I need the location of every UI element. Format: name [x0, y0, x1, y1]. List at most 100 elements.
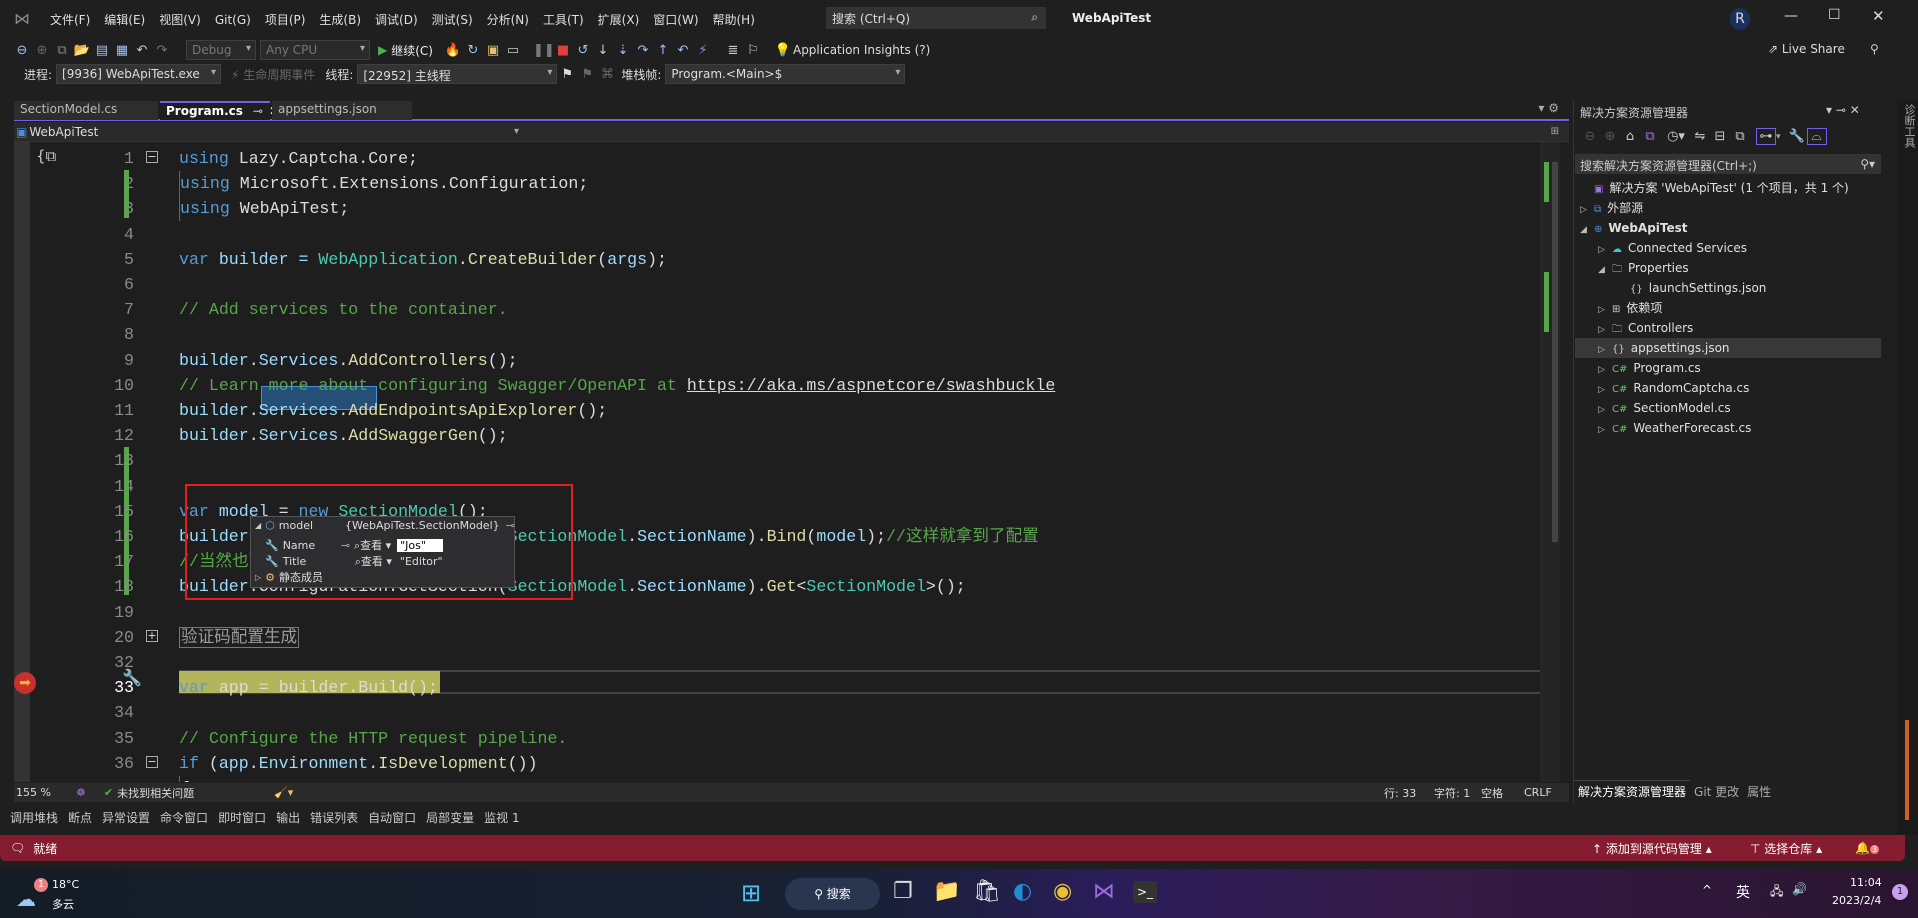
- spaces-indicator[interactable]: 空格: [1481, 785, 1503, 801]
- diagnostics-tools-tab[interactable]: 诊断工具: [1901, 104, 1917, 148]
- tab-sectionmodel[interactable]: SectionModel.cs: [14, 100, 158, 120]
- menu-item[interactable]: 窗口(W): [653, 11, 698, 28]
- se-scrollbar[interactable]: [1879, 180, 1889, 780]
- lifecycle-events-button[interactable]: ⚡ 生命周期事件: [231, 66, 315, 83]
- tab-list-icon[interactable]: ▾ ⚙: [1538, 101, 1559, 115]
- start-button[interactable]: ⊞: [741, 879, 761, 907]
- temperature[interactable]: 18°C: [52, 878, 79, 891]
- pin-icon[interactable]: ⊸: [506, 519, 515, 532]
- tree-item[interactable]: ▷ ⊞ 依赖项: [1598, 298, 1662, 318]
- restart-icon[interactable]: ↻: [463, 43, 483, 58]
- step-into-icon[interactable]: ⇣: [613, 43, 633, 58]
- undo-icon[interactable]: ↶: [132, 43, 152, 58]
- datatip-row-static[interactable]: ▷ ⚙ 静态成员: [255, 569, 323, 585]
- expand-arrow-icon[interactable]: ▷: [1598, 420, 1612, 440]
- tab-appsettings[interactable]: appsettings.json: [272, 100, 412, 120]
- tree-view-icon[interactable]: ⊶: [1756, 128, 1776, 145]
- tree-item[interactable]: ▷ C# SectionModel.cs: [1598, 398, 1731, 418]
- menu-item[interactable]: 视图(V): [159, 11, 201, 28]
- show-all-files-icon[interactable]: ⧉: [1730, 129, 1750, 144]
- expand-arrow-icon[interactable]: ▷: [1598, 380, 1612, 400]
- panel-options-icon[interactable]: ▾ ⊸ ✕: [1826, 103, 1860, 117]
- code-line[interactable]: 10 // Learn more about configuring Swagge…: [14, 373, 1544, 398]
- expand-arrow-icon[interactable]: ▷: [1598, 300, 1612, 320]
- process-dropdown[interactable]: [9936] WebApiTest.exe: [56, 64, 222, 84]
- property-value-input[interactable]: "Jos": [397, 538, 444, 552]
- tree-item[interactable]: ▷ 🗀 Controllers: [1598, 318, 1693, 338]
- home-icon[interactable]: ⌂: [1620, 129, 1640, 144]
- tab-program[interactable]: Program.cs⊸✕: [160, 100, 279, 120]
- open-icon[interactable]: 📂: [72, 43, 92, 58]
- collapse-icon[interactable]: ◢: [255, 521, 261, 530]
- continue-button[interactable]: 继续(C): [391, 42, 433, 59]
- chevron-down-icon[interactable]: ▾: [514, 126, 519, 137]
- menu-item[interactable]: 调试(D): [375, 11, 418, 28]
- code-line[interactable]: 8: [14, 322, 1544, 347]
- code-line[interactable]: 35 // Configure the HTTP request pipeline…: [14, 726, 1544, 751]
- code-line[interactable]: 19: [14, 600, 1544, 625]
- code-line[interactable]: 2 using Microsoft.Extensions.Configuratio…: [14, 171, 1544, 197]
- file-explorer-icon[interactable]: 📁: [933, 879, 960, 904]
- code-line[interactable]: 7 // Add services to the container.: [14, 297, 1544, 322]
- notifications-button[interactable]: 🔔 3: [1855, 841, 1880, 855]
- ime-indicator[interactable]: 英: [1736, 882, 1750, 902]
- tab-git-changes[interactable]: Git 更改: [1690, 781, 1743, 802]
- back-icon[interactable]: ⊖: [1580, 129, 1600, 144]
- maximize-button[interactable]: ☐: [1828, 7, 1841, 23]
- cleanup-icon[interactable]: 🧹▾: [274, 786, 293, 799]
- expand-region-icon[interactable]: +: [146, 629, 158, 642]
- hot-reload-icon[interactable]: 🔥: [443, 43, 463, 58]
- stack-frame-dropdown[interactable]: Program.<Main>$: [665, 64, 906, 84]
- collapse-region-icon[interactable]: −: [146, 755, 158, 768]
- se-search-input[interactable]: 搜索解决方案资源管理器(Ctrl+;) ⚲▾: [1575, 154, 1881, 174]
- issues-status[interactable]: 未找到相关问题: [117, 785, 194, 801]
- tool-tab[interactable]: 自动窗口: [368, 809, 416, 826]
- tool-tab[interactable]: 调用堆栈: [10, 809, 58, 826]
- select-repo-button[interactable]: ⊤ 选择仓库 ▴: [1750, 840, 1822, 857]
- tool-tab[interactable]: 错误列表: [310, 809, 358, 826]
- code-line[interactable]: 36− if (app.Environment.IsDevelopment()): [14, 751, 1544, 776]
- side-scrollbar[interactable]: [1905, 720, 1909, 820]
- code-line[interactable]: 12 builder.Services.AddSwaggerGen();: [14, 423, 1544, 448]
- tree-item[interactable]: ▷ C# Program.cs: [1598, 358, 1701, 378]
- live-share-button[interactable]: ⇗ Live Share: [1768, 42, 1845, 56]
- diagnostics-icon[interactable]: ⚡: [693, 43, 713, 58]
- step-out-icon[interactable]: ↑: [653, 43, 673, 58]
- menu-item[interactable]: 扩展(X): [598, 11, 640, 28]
- code-editor[interactable]: {⧉ ➡ 🔧 1− using Lazy.Captcha.Core; 2 using …: [14, 142, 1559, 782]
- tree-item[interactable]: {} launchSettings.json: [1616, 278, 1766, 298]
- close-button[interactable]: ✕: [1872, 7, 1885, 25]
- chrome-icon[interactable]: ◉: [1053, 879, 1072, 904]
- bookmark-icon[interactable]: ⚐: [743, 43, 763, 58]
- code-line[interactable]: 34: [14, 700, 1544, 725]
- step-over-icon[interactable]: ↷: [633, 43, 653, 58]
- menu-item[interactable]: 编辑(E): [104, 11, 145, 28]
- pin-icon[interactable]: ⊸: [341, 539, 350, 552]
- show-hidden-icons[interactable]: ^: [1702, 883, 1712, 897]
- stop-icon[interactable]: ■: [553, 43, 573, 58]
- switch-views-icon[interactable]: ⧉: [1640, 129, 1660, 144]
- browse-icon[interactable]: ▣: [483, 43, 503, 58]
- menu-item[interactable]: Git(G): [215, 13, 251, 27]
- minimize-button[interactable]: —: [1784, 8, 1798, 24]
- expand-arrow-icon[interactable]: ▷: [1598, 360, 1612, 380]
- eol-indicator[interactable]: CRLF: [1524, 786, 1552, 799]
- redo-icon[interactable]: ↷: [152, 43, 172, 58]
- editor-scrollbar[interactable]: [1540, 142, 1560, 782]
- show-threads-icon[interactable]: ⌘: [597, 67, 617, 82]
- tool-tab[interactable]: 监视 1: [484, 809, 519, 826]
- store-icon[interactable]: 🛍: [973, 879, 1001, 904]
- configuration-dropdown[interactable]: Debug: [186, 40, 256, 60]
- forward-icon[interactable]: ⊕: [32, 43, 52, 58]
- terminal-icon[interactable]: >_: [1133, 881, 1157, 903]
- pin-icon[interactable]: ⊸: [253, 104, 263, 118]
- visual-studio-icon[interactable]: ⋈: [1093, 879, 1115, 904]
- pending-changes-icon[interactable]: ◷▾: [1666, 129, 1686, 144]
- datatip-row-name[interactable]: 🔧 Name ⊸ ⌕查看 ▾ "Jos": [265, 537, 444, 553]
- code-line[interactable]: 9 builder.Services.AddControllers();: [14, 348, 1544, 373]
- code-line[interactable]: 1− using Lazy.Captcha.Core;: [14, 146, 1544, 171]
- code-line[interactable]: 5 var builder = WebApplication.CreateBuil…: [14, 247, 1544, 272]
- datatip-row-title[interactable]: 🔧 Title ⌕查看 ▾ "Editor": [265, 553, 443, 569]
- code-line[interactable]: 4: [14, 222, 1544, 247]
- tree-item[interactable]: ◢ ⊕ WebApiTest: [1580, 218, 1688, 238]
